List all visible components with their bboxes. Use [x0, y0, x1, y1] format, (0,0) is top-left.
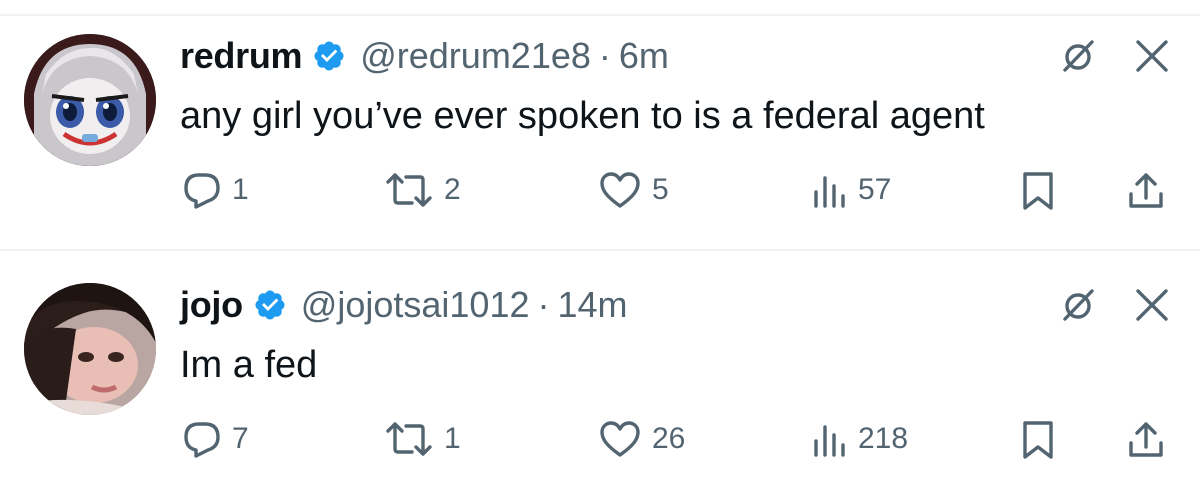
close-icon[interactable] [1134, 287, 1170, 323]
timestamp[interactable]: 6m [619, 35, 669, 77]
bookmark-icon [1023, 172, 1053, 210]
repost-count: 1 [444, 422, 461, 455]
tweet-header: redrum @redrum21e8 · 6m [180, 34, 669, 78]
separator-dot: · [598, 35, 611, 76]
reply-button[interactable]: 7 [182, 419, 249, 459]
grok-slash-icon[interactable] [1058, 285, 1098, 325]
tweet-top-actions [1058, 36, 1170, 76]
reply-icon [184, 422, 220, 458]
repost-count: 2 [444, 173, 461, 206]
like-count: 26 [652, 422, 686, 455]
like-icon [600, 172, 640, 208]
bookmark-icon [1023, 421, 1053, 459]
display-name[interactable]: jojo [180, 284, 243, 326]
repost-icon [386, 173, 432, 207]
share-icon [1129, 173, 1163, 208]
tweet-text: Im a fed [180, 344, 318, 386]
avatar[interactable] [24, 34, 156, 166]
views-icon [814, 176, 845, 208]
verified-badge-icon[interactable] [312, 39, 346, 73]
like-count: 5 [652, 173, 669, 206]
views-icon [814, 425, 845, 457]
share-button[interactable] [1126, 170, 1166, 212]
views-count: 218 [858, 422, 909, 455]
reply-icon [184, 173, 220, 209]
display-name[interactable]: redrum [180, 35, 303, 77]
handle[interactable]: @redrum21e8 [360, 35, 591, 77]
tweet-header: jojo @jojotsai1012 · 14m [180, 283, 628, 327]
tweet-top-actions [1058, 285, 1170, 325]
bookmark-button[interactable] [1020, 419, 1056, 461]
repost-icon [386, 422, 432, 456]
repost-button[interactable]: 2 [384, 170, 461, 210]
verified-badge-icon[interactable] [253, 288, 287, 322]
share-icon [1129, 422, 1163, 457]
like-button[interactable]: 26 [598, 419, 685, 459]
tweet[interactable]: jojo @jojotsai1012 · 14m Im a fed 7 1 26… [0, 251, 1200, 496]
timestamp[interactable]: 14m [558, 284, 628, 326]
handle[interactable]: @jojotsai1012 [301, 284, 530, 326]
reply-count: 1 [232, 173, 249, 206]
bookmark-button[interactable] [1020, 170, 1056, 212]
avatar[interactable] [24, 283, 156, 415]
repost-button[interactable]: 1 [384, 419, 461, 459]
views-button[interactable]: 57 [810, 170, 891, 210]
reply-count: 7 [232, 422, 249, 455]
tweet-text: any girl you’ve ever spoken to is a fede… [180, 95, 985, 137]
share-button[interactable] [1126, 419, 1166, 461]
tweet[interactable]: redrum @redrum21e8 · 6m any girl you’ve … [0, 16, 1200, 261]
grok-slash-icon[interactable] [1058, 36, 1098, 76]
views-count: 57 [858, 173, 892, 206]
like-icon [600, 421, 640, 457]
reply-button[interactable]: 1 [182, 170, 249, 210]
like-button[interactable]: 5 [598, 170, 669, 210]
close-icon[interactable] [1134, 38, 1170, 74]
separator-dot: · [537, 284, 550, 325]
views-button[interactable]: 218 [810, 419, 908, 459]
